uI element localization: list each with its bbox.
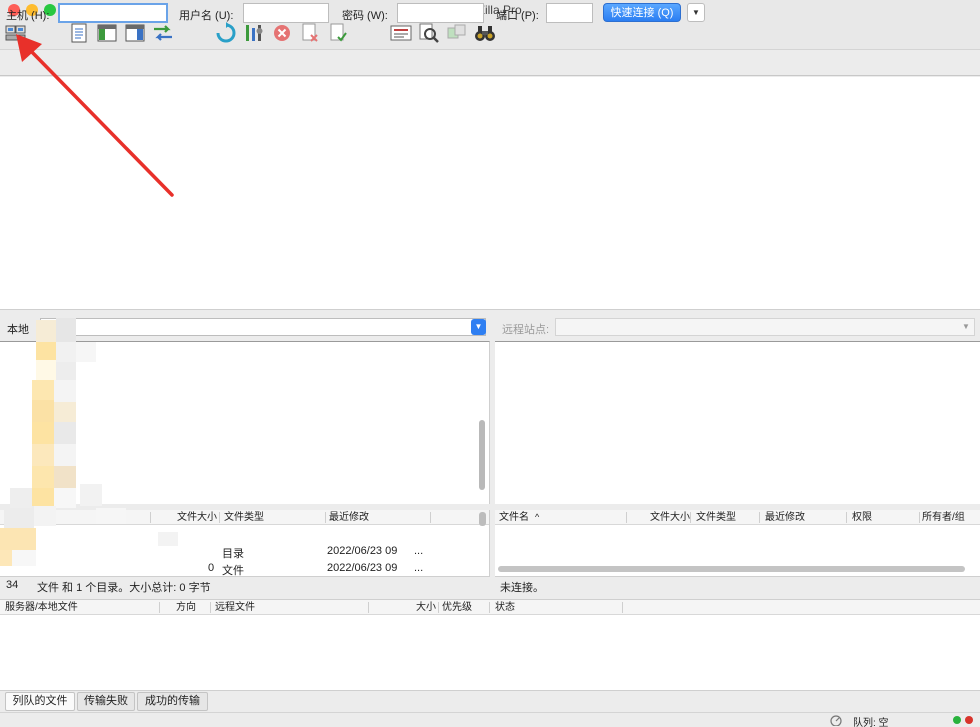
- column-header-direction[interactable]: 方向: [176, 600, 196, 615]
- toggle-transfer-queue-button[interactable]: [152, 22, 174, 44]
- column-header-filesize[interactable]: 文件大小: [177, 510, 217, 525]
- column-header-server-local[interactable]: 服务器/本地文件: [5, 600, 78, 615]
- message-log[interactable]: [0, 77, 980, 310]
- sort-ascending-icon: ^: [535, 512, 540, 522]
- quickconnect-button[interactable]: 快速连接 (Q): [603, 3, 681, 22]
- message-log-icon: [71, 23, 87, 43]
- queue-status: 队列: 空: [853, 718, 889, 727]
- site-manager-button[interactable]: [5, 22, 27, 44]
- password-input[interactable]: [397, 3, 484, 23]
- disconnect-button[interactable]: [299, 22, 321, 44]
- synchronized-browsing-button[interactable]: [446, 22, 468, 44]
- chevron-down-icon: ▼: [692, 8, 700, 17]
- remote-list-horizontal-scrollbar[interactable]: [498, 566, 965, 572]
- process-queue-icon: [246, 25, 263, 41]
- column-header-filetype[interactable]: 文件类型: [224, 510, 264, 525]
- remote-file-list-header: 文件名 ^ 文件大小 文件类型 最近修改 权限 所有者/组: [495, 510, 980, 525]
- binoculars-icon: [475, 26, 495, 41]
- cancel-icon: [274, 25, 290, 41]
- redacted-area: [0, 318, 180, 568]
- directory-comparison-button[interactable]: [418, 22, 440, 44]
- tab-queued-files[interactable]: 列队的文件: [5, 692, 75, 711]
- local-list-scrollbar[interactable]: [479, 512, 486, 526]
- host-input[interactable]: [58, 3, 168, 23]
- column-header-owner-group[interactable]: 所有者/组: [922, 510, 965, 525]
- local-tree-icon: [97, 24, 117, 42]
- quickconnect-bar: [0, 50, 980, 76]
- column-header-filesize[interactable]: 文件大小: [650, 510, 690, 525]
- tab-successful-transfers[interactable]: 成功的传输: [137, 692, 208, 711]
- remote-status-line: 未连接。: [495, 576, 980, 594]
- local-tree-scrollbar[interactable]: [479, 420, 485, 490]
- remote-path-combobox[interactable]: [555, 318, 975, 336]
- local-path-dropdown[interactable]: ▼: [471, 319, 486, 335]
- column-header-priority[interactable]: 优先级: [442, 600, 472, 615]
- compare-search-icon: [419, 23, 439, 43]
- transfer-queue-icon: [154, 25, 172, 41]
- username-label: 用户名 (U):: [179, 10, 234, 22]
- reconnect-button[interactable]: [327, 22, 349, 44]
- disconnect-icon: [302, 23, 318, 42]
- filter-icon: [390, 25, 412, 41]
- column-header-permissions[interactable]: 权限: [852, 510, 872, 525]
- sync-browsing-icon: [447, 24, 466, 39]
- password-label: 密码 (W):: [342, 10, 388, 22]
- queue-header: 服务器/本地文件 方向 远程文件 大小 优先级 状态: [0, 600, 980, 615]
- transfer-queue[interactable]: 服务器/本地文件 方向 远程文件 大小 优先级 状态: [0, 599, 980, 690]
- toggle-message-log-button[interactable]: [68, 22, 90, 44]
- column-header-filename[interactable]: 文件名: [499, 510, 529, 525]
- status-led-green-icon: [953, 716, 961, 724]
- tab-failed-transfers[interactable]: 传输失败: [77, 692, 135, 711]
- username-input[interactable]: [243, 3, 329, 23]
- chevron-down-icon: ▼: [474, 322, 483, 331]
- reconnect-icon: [330, 23, 347, 42]
- toggle-remote-tree-button[interactable]: [124, 22, 146, 44]
- column-header-filetype[interactable]: 文件类型: [696, 510, 736, 525]
- directory-listing-filters-button[interactable]: [390, 22, 412, 44]
- cancel-operation-button[interactable]: [271, 22, 293, 44]
- port-label: 端口 (P):: [496, 10, 539, 22]
- process-queue-button[interactable]: [243, 22, 265, 44]
- column-header-remote-file[interactable]: 远程文件: [215, 600, 255, 615]
- host-label: 主机 (H):: [6, 10, 50, 22]
- port-input[interactable]: [546, 3, 593, 23]
- quickconnect-history-dropdown[interactable]: ▼: [687, 3, 705, 22]
- column-header-status[interactable]: 状态: [495, 600, 515, 615]
- search-remote-files-button[interactable]: [474, 22, 496, 44]
- local-status-line: 34 文件 和 1 个目录。大小总计: 0 字节: [0, 576, 490, 594]
- remote-directory-tree[interactable]: [495, 341, 980, 504]
- remote-tree-icon: [125, 24, 145, 42]
- column-header-modified[interactable]: 最近修改: [329, 510, 369, 525]
- site-manager-icon: [5, 25, 26, 41]
- speed-limit-icon[interactable]: [829, 714, 843, 726]
- refresh-button[interactable]: [215, 22, 237, 44]
- chevron-down-icon[interactable]: ▼: [962, 322, 970, 331]
- status-led-red-icon: [965, 716, 973, 724]
- refresh-icon: [216, 22, 236, 43]
- toggle-local-tree-button[interactable]: [96, 22, 118, 44]
- column-header-modified[interactable]: 最近修改: [765, 510, 805, 525]
- remote-site-label: 远程站点:: [502, 324, 550, 336]
- column-header-size[interactable]: 大小: [416, 600, 436, 615]
